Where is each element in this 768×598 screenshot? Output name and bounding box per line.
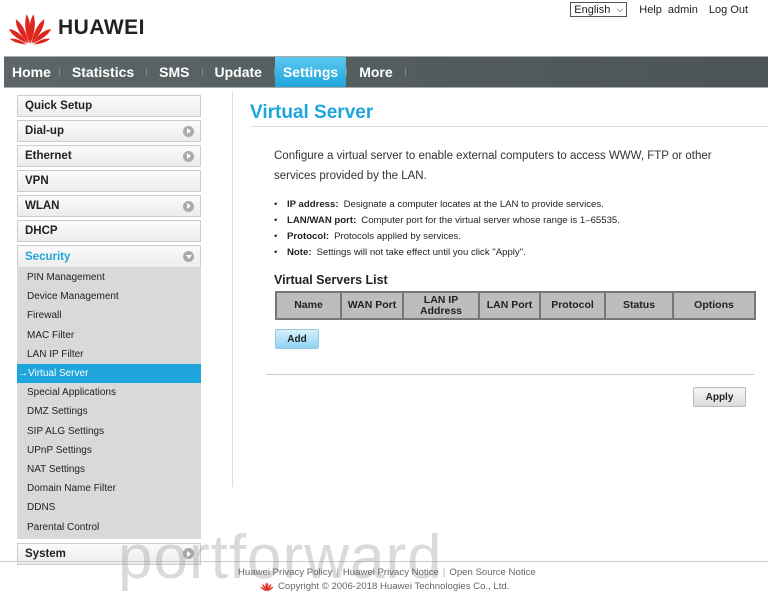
copyright-text: Copyright © 2006-2018 Huawei Technologie… — [278, 581, 510, 592]
sidebar-item-label: DHCP — [25, 225, 58, 237]
bullet-lan-wan-port: • LAN/WAN port: Computer port for the virt… — [274, 214, 620, 226]
logout-link[interactable]: Log Out — [709, 4, 748, 16]
huawei-flower-icon — [260, 582, 274, 592]
link-separator: | — [336, 567, 339, 578]
expand-arrow-icon — [183, 125, 194, 137]
sidebar-item-dial-up[interactable]: Dial-up — [17, 120, 201, 142]
submenu-item-device-management[interactable]: Device Management — [17, 287, 201, 306]
sidebar: Quick Setup Dial-up Ethernet VPN WLAN DH… — [17, 95, 201, 568]
collapse-arrow-icon — [183, 251, 194, 262]
submenu-item-domain-name-filter[interactable]: Domain Name Filter — [17, 479, 201, 498]
privacy-policy-link[interactable]: Huawei Privacy Policy — [238, 567, 332, 578]
submenu-item-ddns[interactable]: DDNS — [17, 498, 201, 517]
expand-arrow-icon — [183, 150, 194, 162]
privacy-notice-link[interactable]: Huawei Privacy Notice — [343, 567, 439, 578]
bullet-term: LAN/WAN port: — [287, 214, 357, 226]
huawei-flower-icon — [8, 14, 52, 45]
bullet-text: Designate a computer locates at the LAN … — [343, 198, 604, 210]
add-button[interactable]: Add — [275, 329, 319, 349]
submenu-item-virtual-server[interactable]: →Virtual Server — [17, 363, 201, 384]
nav-sms[interactable]: SMS — [147, 57, 201, 87]
bullet-protocol: • Protocol: Protocols applied by services. — [274, 230, 462, 242]
info-bullets: • IP address: Designate a computer locates… — [274, 196, 620, 260]
nav-more[interactable]: More — [347, 57, 404, 87]
bullet-term: IP address: — [287, 198, 339, 210]
submenu-item-pin-management[interactable]: PIN Management — [17, 268, 201, 287]
bullet-text: Computer port for the virtual server who… — [361, 214, 620, 226]
submenu-item-mac-filter[interactable]: MAC Filter — [17, 326, 201, 345]
submenu-item-lan-ip-filter[interactable]: LAN IP Filter — [17, 345, 201, 364]
admin-link[interactable]: admin — [668, 4, 698, 16]
nav-statistics[interactable]: Statistics — [60, 57, 146, 87]
column-header-protocol: Protocol — [539, 291, 606, 320]
page-title: Virtual Server — [250, 102, 374, 123]
title-divider — [251, 126, 768, 127]
sidebar-item-label: WLAN — [25, 200, 60, 212]
expand-arrow-icon — [183, 200, 194, 212]
sidebar-item-label: System — [25, 547, 66, 560]
sidebar-item-label: Dial-up — [25, 125, 64, 137]
table-header-row: Name WAN Port LAN IP Address LAN Port Pr… — [275, 291, 756, 320]
nav-update[interactable]: Update — [203, 57, 274, 87]
sidebar-item-label: Security — [25, 250, 71, 263]
submenu-item-upnp-settings[interactable]: UPnP Settings — [17, 441, 201, 460]
sidebar-item-label: VPN — [25, 175, 49, 187]
footer-links: Huawei Privacy Policy | Huawei Privacy N… — [238, 567, 536, 578]
column-header-name: Name — [275, 291, 342, 320]
open-source-notice-link[interactable]: Open Source Notice — [449, 567, 535, 578]
column-header-lan-port: LAN Port — [478, 291, 541, 320]
main-nav: Home Statistics SMS Update Settings More — [4, 56, 768, 88]
column-header-wan-port: WAN Port — [340, 291, 404, 320]
bullet-ip-address: • IP address: Designate a computer locates… — [274, 198, 604, 210]
sidebar-divider — [232, 92, 233, 487]
sidebar-item-label: Quick Setup — [25, 100, 93, 112]
nav-separator — [404, 57, 406, 87]
bullet-term: Note: — [287, 246, 312, 258]
sidebar-item-security[interactable]: Security — [17, 245, 201, 267]
nav-home[interactable]: Home — [4, 57, 59, 87]
submenu-item-nat-settings[interactable]: NAT Settings — [17, 460, 201, 479]
submenu-item-firewall[interactable]: Firewall — [17, 306, 201, 325]
submenu-item-sip-alg-settings[interactable]: SIP ALG Settings — [17, 422, 201, 441]
watermark: portforward — [118, 523, 443, 592]
bullet-text: Protocols applied by services. — [334, 230, 462, 242]
chevron-down-icon: ⌵ — [616, 4, 624, 14]
submenu-item-special-applications[interactable]: Special Applications — [17, 383, 201, 402]
bullet-text: Settings will not take effect until you … — [316, 246, 526, 258]
column-header-status: Status — [604, 291, 674, 320]
apply-button[interactable]: Apply — [693, 387, 746, 407]
column-header-options: Options — [672, 291, 756, 320]
sidebar-item-dhcp[interactable]: DHCP — [17, 220, 201, 242]
virtual-servers-table: Name WAN Port LAN IP Address LAN Port Pr… — [275, 291, 756, 320]
bullet-term: Protocol: — [287, 230, 330, 242]
sidebar-item-vpn[interactable]: VPN — [17, 170, 201, 192]
language-select[interactable]: English ⌵ — [570, 2, 628, 17]
language-value: English — [574, 3, 611, 16]
link-separator: | — [442, 567, 446, 578]
brand-name: HUAWEI — [58, 16, 145, 39]
security-submenu: PIN Management Device Management Firewal… — [17, 267, 201, 539]
top-bar: English ⌵ Help admin Log Out — [570, 2, 748, 17]
content-divider — [266, 374, 754, 375]
page-description: Configure a virtual server to enable ext… — [274, 150, 712, 182]
virtual-servers-list-title: Virtual Servers List — [274, 273, 388, 287]
sidebar-item-quick-setup[interactable]: Quick Setup — [17, 95, 201, 117]
nav-settings[interactable]: Settings — [274, 57, 347, 87]
sidebar-item-ethernet[interactable]: Ethernet — [17, 145, 201, 167]
sidebar-item-label: Ethernet — [25, 150, 72, 162]
column-header-lan-ip-address: LAN IP Address — [402, 291, 480, 320]
huawei-logo: HUAWEI — [8, 10, 145, 46]
bullet-note: • Note: Settings will not take effect unti… — [274, 246, 526, 258]
sidebar-item-wlan[interactable]: WLAN — [17, 195, 201, 217]
help-link[interactable]: Help — [639, 4, 662, 16]
submenu-item-dmz-settings[interactable]: DMZ Settings — [17, 402, 201, 421]
copyright: Copyright © 2006-2018 Huawei Technologie… — [260, 581, 509, 592]
